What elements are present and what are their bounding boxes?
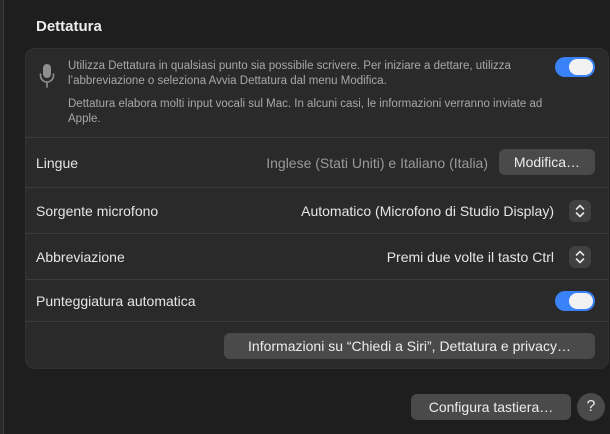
section-title: Dettatura xyxy=(36,18,102,35)
edit-languages-button[interactable]: Modifica… xyxy=(499,149,595,175)
mic-source-value[interactable]: Automatico (Microfono di Studio Display) xyxy=(301,203,554,219)
window-edge xyxy=(0,0,4,434)
shortcut-value[interactable]: Premi due volte il tasto Ctrl xyxy=(387,249,554,265)
auto-punctuation-label: Punteggiatura automatica xyxy=(36,292,196,309)
privacy-info-row: Informazioni su “Chiedi a Siri”, Dettatu… xyxy=(26,322,608,370)
dictation-toggle[interactable] xyxy=(555,57,595,77)
auto-punctuation-row: Punteggiatura automatica xyxy=(26,280,608,322)
dictation-description-usage: Utilizza Dettatura in qualsiasi punto si… xyxy=(68,60,511,87)
shortcut-label: Abbreviazione xyxy=(36,248,125,265)
languages-label: Lingue xyxy=(36,154,79,171)
siri-dictation-privacy-button[interactable]: Informazioni su “Chiedi a Siri”, Dettatu… xyxy=(224,333,595,359)
languages-value: Inglese (Stati Uniti) e Italiano (Italia… xyxy=(266,154,488,171)
auto-punctuation-toggle[interactable] xyxy=(555,291,595,311)
mic-source-popup-icon[interactable] xyxy=(569,200,591,222)
dictation-info-row: Utilizza Dettatura in qualsiasi punto si… xyxy=(26,49,608,138)
dictation-description-privacy: Dettatura elabora molti input vocali sul… xyxy=(68,98,543,125)
help-button[interactable]: ? xyxy=(577,393,605,421)
auto-punctuation-toggle-knob xyxy=(569,293,593,309)
shortcut-popup-icon[interactable] xyxy=(569,246,591,268)
mic-source-row[interactable]: Sorgente microfono Automatico (Microfono… xyxy=(26,188,608,234)
dictation-toggle-knob xyxy=(569,59,593,75)
microphone-icon xyxy=(39,64,55,88)
dictation-panel: Utilizza Dettatura in qualsiasi punto si… xyxy=(25,48,609,369)
languages-row: Lingue Inglese (Stati Uniti) e Italiano … xyxy=(26,138,608,188)
shortcut-row[interactable]: Abbreviazione Premi due volte il tasto C… xyxy=(26,234,608,280)
configure-keyboard-button[interactable]: Configura tastiera… xyxy=(411,394,571,420)
mic-source-label: Sorgente microfono xyxy=(36,202,159,219)
dictation-description: Utilizza Dettatura in qualsiasi punto si… xyxy=(68,59,548,127)
